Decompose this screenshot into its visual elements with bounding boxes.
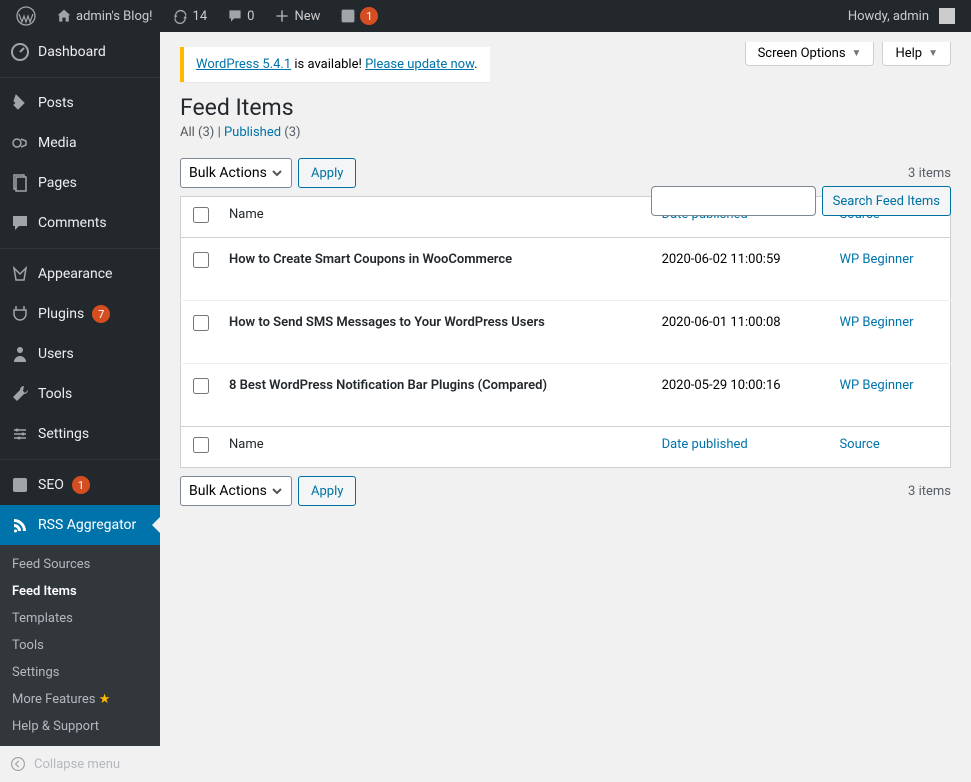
wp-version-link[interactable]: WordPress 5.4.1 [196, 57, 291, 72]
submenu-settings[interactable]: Settings [0, 659, 160, 686]
submenu-help-support[interactable]: Help & Support [0, 713, 160, 740]
submenu-tools[interactable]: Tools [0, 632, 160, 659]
row-source-link[interactable]: WP Beginner [839, 378, 913, 393]
menu-posts[interactable]: Posts [0, 83, 160, 123]
account-link[interactable]: Howdy, admin [840, 0, 963, 32]
row-date: 2020-05-29 10:00:16 [652, 364, 830, 427]
caret-down-icon: ▼ [852, 48, 862, 59]
menu-plugins[interactable]: Plugins7 [0, 294, 160, 334]
comments-link[interactable]: 0 [219, 0, 262, 32]
menu-appearance[interactable]: Appearance [0, 254, 160, 294]
select-all-bottom[interactable] [193, 437, 209, 453]
items-count-bottom: 3 items [908, 484, 951, 499]
row-source-link[interactable]: WP Beginner [839, 252, 913, 267]
submenu-rss: Feed Sources Feed Items Templates Tools … [0, 545, 160, 746]
row-checkbox[interactable] [193, 378, 209, 394]
bulk-actions-select-top[interactable]: Bulk Actions [180, 158, 292, 188]
apply-button-bottom[interactable]: Apply [298, 476, 356, 506]
row-title[interactable]: How to Send SMS Messages to Your WordPre… [229, 315, 545, 330]
filter-published[interactable]: Published [224, 125, 281, 140]
wp-logo[interactable] [8, 0, 44, 32]
col-name-footer[interactable]: Name [219, 427, 652, 468]
new-content-link[interactable]: New [266, 0, 328, 32]
submenu-feed-sources[interactable]: Feed Sources [0, 551, 160, 578]
row-checkbox[interactable] [193, 315, 209, 331]
admin-sidebar: Dashboard Posts Media Pages Comments App… [0, 32, 160, 742]
menu-separator [0, 459, 160, 460]
admin-toolbar: admin's Blog! 14 0 New 1 Howdy, admin [0, 0, 971, 32]
main-content: Screen Options▼ Help▼ WordPress 5.4.1 is… [160, 32, 971, 742]
row-date: 2020-06-02 11:00:59 [652, 238, 830, 301]
row-title[interactable]: How to Create Smart Coupons in WooCommer… [229, 252, 512, 267]
help-button[interactable]: Help▼ [882, 42, 951, 66]
menu-comments[interactable]: Comments [0, 203, 160, 243]
items-count-top: 3 items [908, 166, 951, 181]
submenu-more-features[interactable]: More Features ★ [0, 686, 160, 713]
submenu-feed-items[interactable]: Feed Items [0, 578, 160, 605]
menu-settings[interactable]: Settings [0, 414, 160, 454]
submenu-templates[interactable]: Templates [0, 605, 160, 632]
new-label: New [294, 9, 320, 24]
apply-button-top[interactable]: Apply [298, 158, 356, 188]
menu-media[interactable]: Media [0, 123, 160, 163]
seo-notice-badge: 1 [360, 7, 378, 25]
update-now-link[interactable]: Please update now [365, 57, 474, 72]
col-name[interactable]: Name [219, 197, 652, 238]
filter-all[interactable]: All [180, 125, 195, 140]
menu-pages[interactable]: Pages [0, 163, 160, 203]
collapse-menu[interactable]: Collapse menu [0, 746, 160, 782]
menu-separator [0, 248, 160, 249]
menu-dashboard[interactable]: Dashboard [0, 32, 160, 72]
site-name-link[interactable]: admin's Blog! [48, 0, 161, 32]
table-row: How to Send SMS Messages to Your WordPre… [181, 301, 951, 364]
updates-link[interactable]: 14 [165, 0, 216, 32]
menu-tools[interactable]: Tools [0, 374, 160, 414]
select-all-top[interactable] [193, 207, 209, 223]
col-date-published-footer[interactable]: Date published [652, 427, 830, 468]
site-name-text: admin's Blog! [76, 9, 153, 24]
page-title: Feed Items [160, 82, 971, 125]
row-title[interactable]: 8 Best WordPress Notification Bar Plugin… [229, 378, 547, 393]
search-input[interactable] [651, 186, 816, 216]
menu-rss-aggregator[interactable]: RSS Aggregator [0, 505, 160, 545]
search-button[interactable]: Search Feed Items [822, 186, 951, 216]
row-checkbox[interactable] [193, 252, 209, 268]
plugins-badge: 7 [92, 305, 110, 323]
col-source-footer[interactable]: Source [829, 427, 950, 468]
seo-adminbar-link[interactable]: 1 [332, 0, 386, 32]
row-source-link[interactable]: WP Beginner [839, 315, 913, 330]
table-row: How to Create Smart Coupons in WooCommer… [181, 238, 951, 301]
filter-links: All (3) | Published (3) [160, 125, 971, 150]
bulk-actions-select-bottom[interactable]: Bulk Actions [180, 476, 292, 506]
star-icon: ★ [99, 692, 111, 707]
menu-separator [0, 77, 160, 78]
update-notice: WordPress 5.4.1 is available! Please upd… [180, 47, 490, 82]
updates-count: 14 [193, 9, 208, 24]
greeting-text: Howdy, admin [848, 9, 929, 24]
avatar [939, 8, 955, 24]
table-row: 8 Best WordPress Notification Bar Plugin… [181, 364, 951, 427]
caret-down-icon: ▼ [928, 48, 938, 59]
comments-count: 0 [247, 9, 254, 24]
seo-badge: 1 [72, 476, 90, 494]
menu-seo[interactable]: SEO1 [0, 465, 160, 505]
row-date: 2020-06-01 11:00:08 [652, 301, 830, 364]
screen-options-button[interactable]: Screen Options▼ [745, 42, 875, 66]
feed-items-table: Name Date published Source How to Create… [180, 196, 951, 468]
menu-users[interactable]: Users [0, 334, 160, 374]
